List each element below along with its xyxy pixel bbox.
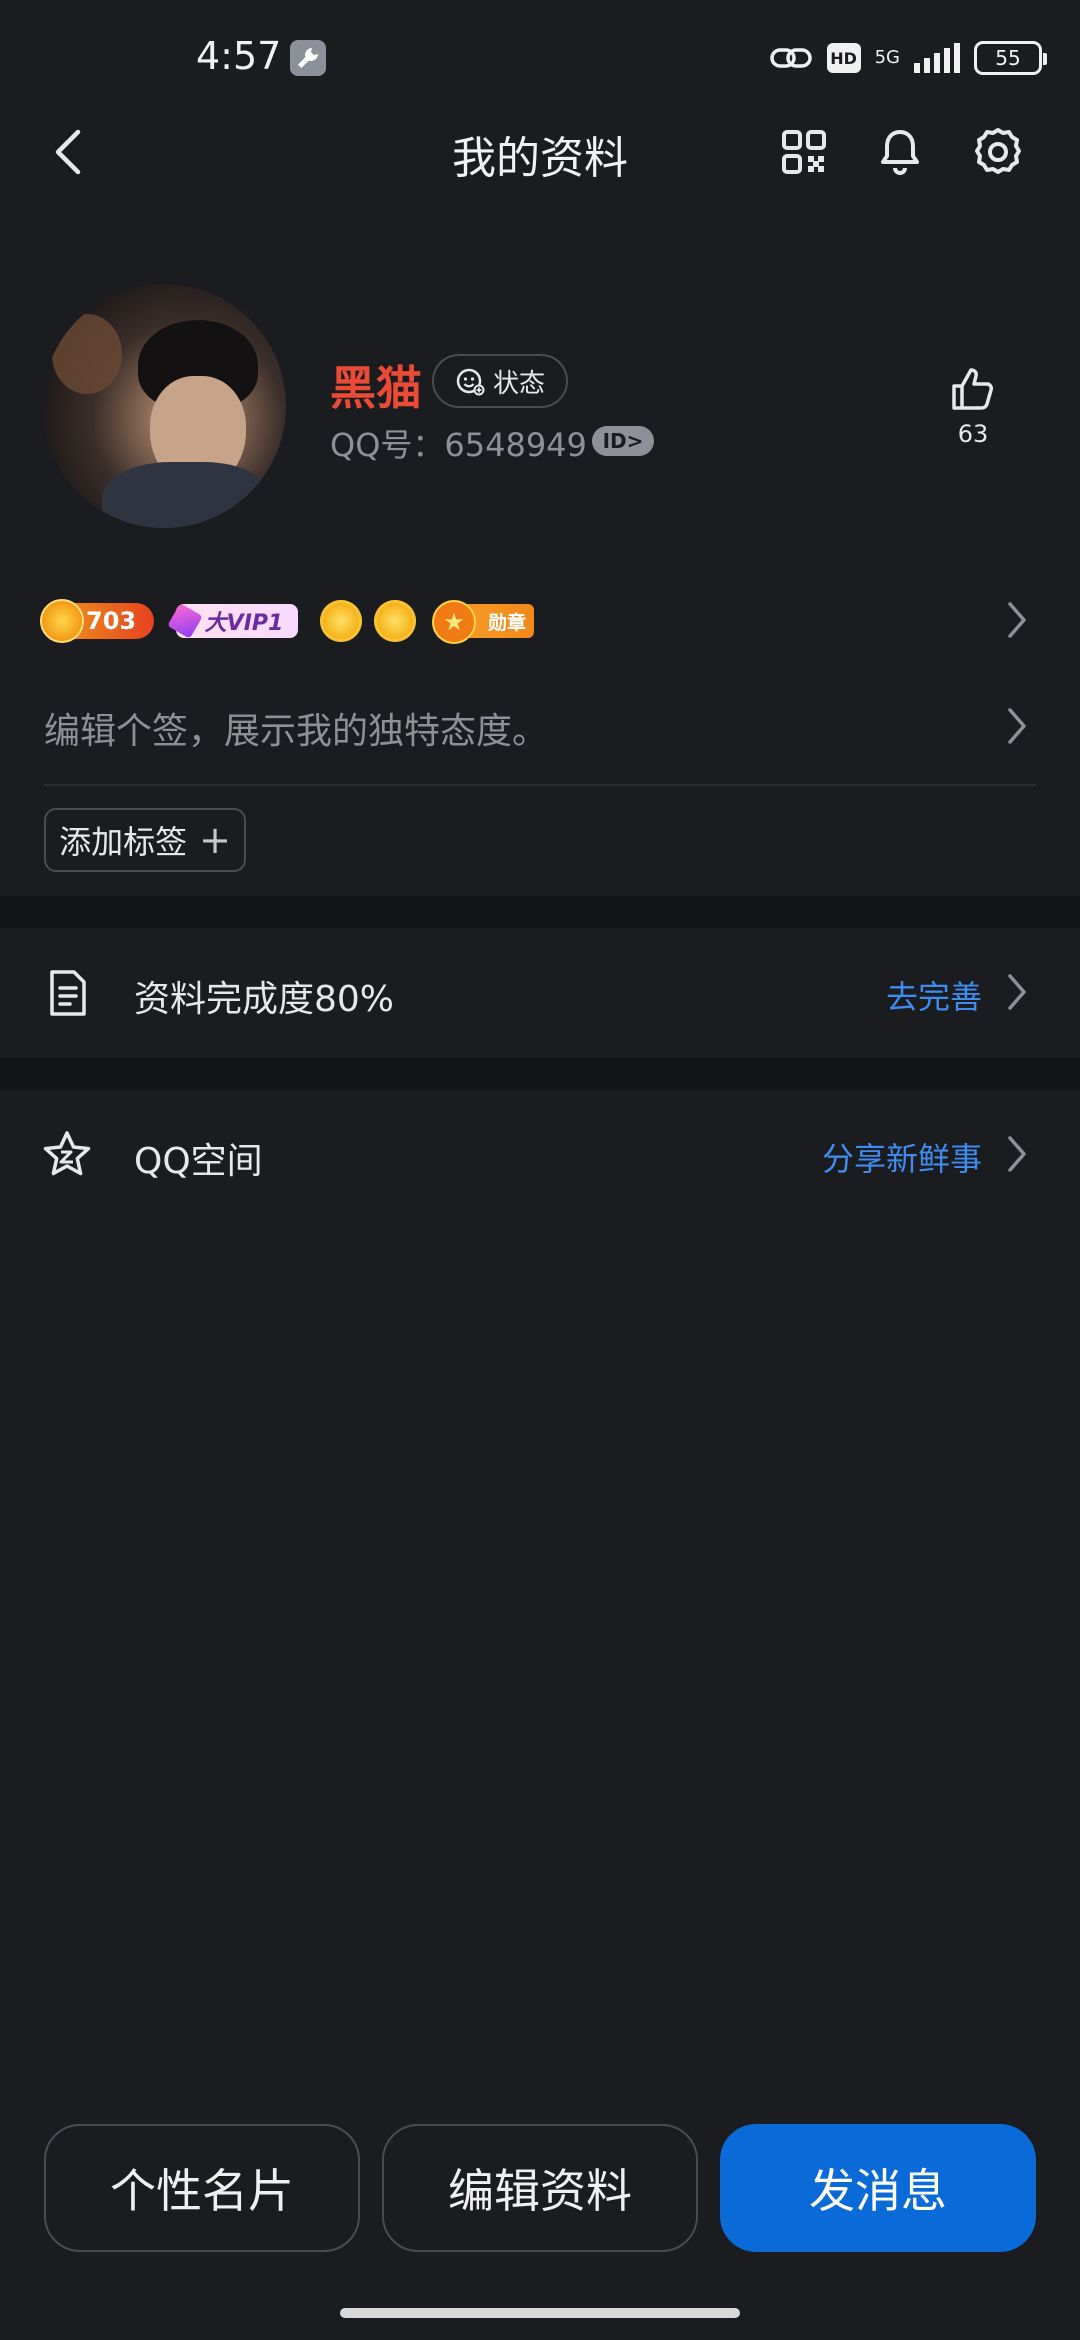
level-value: 703 <box>86 607 137 635</box>
status-smile-icon <box>456 368 485 396</box>
section-divider <box>0 1058 1080 1090</box>
gear-icon <box>975 128 1021 174</box>
qr-code-button[interactable] <box>776 124 832 180</box>
wrench-icon <box>290 40 326 76</box>
status-time: 4:57 <box>196 34 282 78</box>
network-type: 5G <box>874 47 900 68</box>
personal-card-button[interactable]: 个性名片 <box>44 2124 360 2252</box>
like-button[interactable] <box>946 362 1000 416</box>
id-badge[interactable]: ID> <box>592 426 654 456</box>
complete-profile-link[interactable]: 去完善 <box>886 972 982 1018</box>
document-icon <box>40 966 94 1020</box>
home-indicator[interactable] <box>340 2308 740 2318</box>
status-icons: HD 5G 55 <box>769 38 1047 78</box>
edit-profile-button[interactable]: 编辑资料 <box>382 2124 698 2252</box>
nickname: 黑猫 <box>330 361 422 415</box>
chevron-right-icon[interactable] <box>1004 970 1030 1014</box>
like-count: 63 <box>957 420 989 448</box>
sun-icon <box>374 600 416 642</box>
chevron-right-icon[interactable] <box>1004 704 1030 748</box>
qzone-star-icon <box>40 1128 94 1182</box>
link-icon <box>769 48 812 68</box>
notification-button[interactable] <box>872 124 928 180</box>
status-button[interactable]: 状态 <box>432 354 568 408</box>
thumbs-up-icon <box>952 368 993 410</box>
hd-icon: HD <box>826 43 861 73</box>
badge-row[interactable]: 703 大VIP1 勋章 <box>40 598 534 644</box>
status-bar: 4:57 HD 5G 55 <box>0 0 1080 110</box>
sun-icon <box>320 600 362 642</box>
add-tag-label: 添加标签 <box>59 823 188 861</box>
signature-placeholder[interactable]: 编辑个签，展示我的独特态度。 <box>44 702 548 754</box>
divider <box>44 784 1036 786</box>
chevron-right-icon[interactable] <box>1004 598 1030 642</box>
signal-icon <box>914 43 960 73</box>
battery-icon: 55 <box>974 41 1047 75</box>
status-label: 状态 <box>492 368 545 399</box>
qzone-label[interactable]: QQ空间 <box>134 1132 263 1184</box>
vip-badge[interactable]: 大VIP1 <box>176 604 298 638</box>
plus-icon: + <box>199 818 231 862</box>
avatar[interactable] <box>42 284 286 528</box>
profile-completeness-label[interactable]: 资料完成度80% <box>134 970 394 1022</box>
section-divider <box>0 896 1080 928</box>
settings-button[interactable] <box>970 124 1026 180</box>
chevron-right-icon[interactable] <box>1004 1132 1030 1176</box>
qr-code-icon <box>782 130 826 174</box>
medal-badge[interactable]: 勋章 <box>432 600 534 644</box>
add-tag-button[interactable]: 添加标签 + <box>44 808 246 872</box>
coin-icon <box>40 599 84 643</box>
share-news-link[interactable]: 分享新鲜事 <box>822 1134 982 1180</box>
level-badge[interactable]: 703 <box>40 599 154 643</box>
sun-badges <box>320 600 416 642</box>
send-message-button[interactable]: 发消息 <box>720 2124 1036 2252</box>
qq-number: QQ号：6548949 <box>330 426 587 464</box>
bell-icon <box>881 130 919 175</box>
